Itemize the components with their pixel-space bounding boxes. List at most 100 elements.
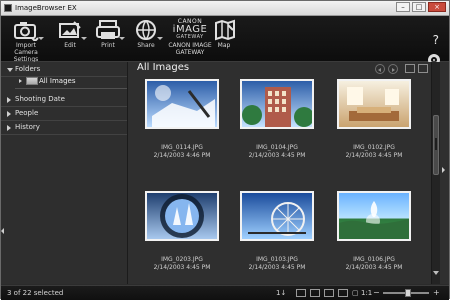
thumbnail-grid: IMG_0114.JPG 2/14/2003 4:46 PM IMG_0104.… <box>128 76 430 284</box>
actual-size-icon[interactable]: 1:1 <box>361 286 372 300</box>
status-bar: 3 of 22 selected 1↓ ▢ 1:1 − + <box>1 285 449 300</box>
folder-divider <box>15 88 127 89</box>
zoom-in-button[interactable]: + <box>433 287 440 299</box>
printer-icon <box>94 19 122 41</box>
thumbnail-datetime: 2/14/2003 4:45 PM <box>248 264 306 271</box>
thumbnail-item[interactable]: IMG_0106.JPG 2/14/2003 4:45 PM <box>326 188 416 280</box>
thumbnail-filename: IMG_0106.JPG <box>353 256 395 263</box>
thumbnail-datetime: 2/14/2003 4:46 PM <box>153 152 211 159</box>
sidebar-section-people[interactable]: People <box>1 106 127 121</box>
main-content: All Images IMG_0114.JPG 2/14/2003 4:46 P… <box>128 62 449 284</box>
minimize-button[interactable]: – <box>396 2 410 12</box>
fit-icon[interactable]: ▢ <box>352 286 359 300</box>
thumbnail-mode-icon[interactable] <box>310 289 320 297</box>
toolbar-edit[interactable]: Edit <box>55 19 87 59</box>
app-icon <box>4 4 12 12</box>
previous-icon[interactable] <box>375 64 385 74</box>
photo-thumbnail <box>339 81 409 127</box>
toolbar-gateway-label: CANON IMAGE GATEWAY <box>168 42 212 56</box>
sidebar: Folders All Images Shooting Date People … <box>1 62 128 284</box>
sidebar-section-history[interactable]: History <box>1 120 127 135</box>
preview-mode-icon[interactable] <box>338 289 348 297</box>
vertical-scrollbar[interactable] <box>431 62 440 284</box>
camera-import-icon <box>12 19 40 43</box>
toolbar-share-label: Share <box>137 42 155 49</box>
main-toolbar: Import Camera Settings Edit Print Share … <box>1 16 449 66</box>
thumbnail-filename: IMG_0203.JPG <box>161 256 203 263</box>
selection-status: 3 of 22 selected <box>7 289 64 297</box>
title-bar: ImageBrowser EX – □ × <box>1 1 449 16</box>
toolbar-print-label: Print <box>101 42 115 49</box>
main-header: All Images <box>128 62 449 75</box>
sidebar-section-label: Shooting Date <box>15 95 65 103</box>
list-mode-icon[interactable] <box>324 289 334 297</box>
view-mode-icon[interactable] <box>296 289 306 297</box>
help-button[interactable]: ? <box>433 34 439 46</box>
sidebar-collapse-arrow[interactable] <box>1 228 4 234</box>
thumbnail-item[interactable]: IMG_0114.JPG 2/14/2003 4:46 PM <box>134 76 224 168</box>
chevron-right-icon <box>19 79 22 83</box>
thumbnail-datetime: 2/14/2003 4:45 PM <box>345 152 403 159</box>
folder-icon <box>26 77 38 85</box>
thumbnail-item[interactable]: IMG_0103.JPG 2/14/2003 4:45 PM <box>229 188 319 280</box>
window-controls: – □ × <box>396 2 446 14</box>
chevron-down-icon <box>7 68 13 72</box>
folder-item-all-images[interactable]: All Images <box>15 75 125 87</box>
thumbnail-item[interactable]: IMG_0102.JPG 2/14/2003 4:45 PM <box>326 76 416 168</box>
zoom-slider[interactable] <box>383 289 429 297</box>
page-title: All Images <box>137 62 190 73</box>
thumbnail-filename: IMG_0104.JPG <box>256 144 298 151</box>
sort-icon[interactable]: 1↓ <box>276 286 286 300</box>
thumbnail-filename: IMG_0102.JPG <box>353 144 395 151</box>
chevron-right-icon <box>7 125 11 131</box>
toolbar-import[interactable]: Import Camera Settings <box>7 19 45 63</box>
toolbar-canon-image-gateway[interactable]: CANON iMAGE GATEWAY CANON IMAGE GATEWAY <box>167 19 213 59</box>
thumbnail-item[interactable]: IMG_0104.JPG 2/14/2003 4:45 PM <box>229 76 319 168</box>
chevron-right-icon <box>7 97 11 103</box>
toolbar-import-label: Import Camera Settings <box>13 42 39 63</box>
edit-image-icon <box>56 19 84 41</box>
app-window: ImageBrowser EX – □ × Import Camera Sett… <box>0 0 450 300</box>
view-toggle-icon-2[interactable] <box>418 64 428 73</box>
toolbar-print[interactable]: Print <box>93 19 125 59</box>
toolbar-share[interactable]: Share <box>131 19 163 59</box>
thumbnail-filename: IMG_0114.JPG <box>161 144 203 151</box>
thumbnail-frame <box>240 79 314 129</box>
sidebar-section-label: People <box>15 109 39 117</box>
toolbar-edit-label: Edit <box>64 42 76 49</box>
photo-thumbnail <box>242 193 312 239</box>
chevron-down-icon <box>81 37 87 40</box>
canon-image-gateway-logo: CANON iMAGE GATEWAY <box>167 19 213 41</box>
photo-thumbnail <box>242 81 314 127</box>
globe-icon <box>132 19 160 41</box>
sidebar-section-label: History <box>15 123 40 131</box>
zoom-slider-handle[interactable] <box>405 289 411 297</box>
thumbnail-datetime: 2/14/2003 4:45 PM <box>153 264 211 271</box>
photo-thumbnail <box>147 81 217 127</box>
chevron-down-icon <box>157 37 163 40</box>
thumbnail-frame <box>337 191 411 241</box>
thumbnail-filename: IMG_0103.JPG <box>256 256 298 263</box>
zoom-out-button[interactable]: − <box>373 287 380 299</box>
scroll-down-icon[interactable] <box>433 271 439 275</box>
thumbnail-item[interactable]: IMG_0203.JPG 2/14/2003 4:45 PM <box>134 188 224 280</box>
toolbar-map[interactable]: Map <box>211 19 237 59</box>
thumbnail-frame <box>337 79 411 129</box>
chevron-down-icon <box>38 37 44 40</box>
photo-thumbnail <box>339 193 409 239</box>
thumbnail-datetime: 2/14/2003 4:45 PM <box>345 264 403 271</box>
sidebar-section-label: Folders <box>15 65 41 73</box>
thumbnail-frame <box>240 191 314 241</box>
chevron-down-icon <box>119 37 125 40</box>
close-button[interactable]: × <box>428 2 446 12</box>
thumbnail-frame <box>145 79 219 129</box>
scrollbar-thumb[interactable] <box>433 115 439 175</box>
photo-thumbnail <box>147 193 217 239</box>
view-toggle-icon[interactable] <box>405 64 415 73</box>
thumbnail-frame <box>145 191 219 241</box>
thumbnail-datetime: 2/14/2003 4:45 PM <box>248 152 306 159</box>
right-panel-expand-arrow[interactable] <box>442 167 445 173</box>
maximize-button[interactable]: □ <box>412 2 426 12</box>
next-icon[interactable] <box>388 64 398 74</box>
sidebar-section-shooting-date[interactable]: Shooting Date <box>1 92 127 107</box>
